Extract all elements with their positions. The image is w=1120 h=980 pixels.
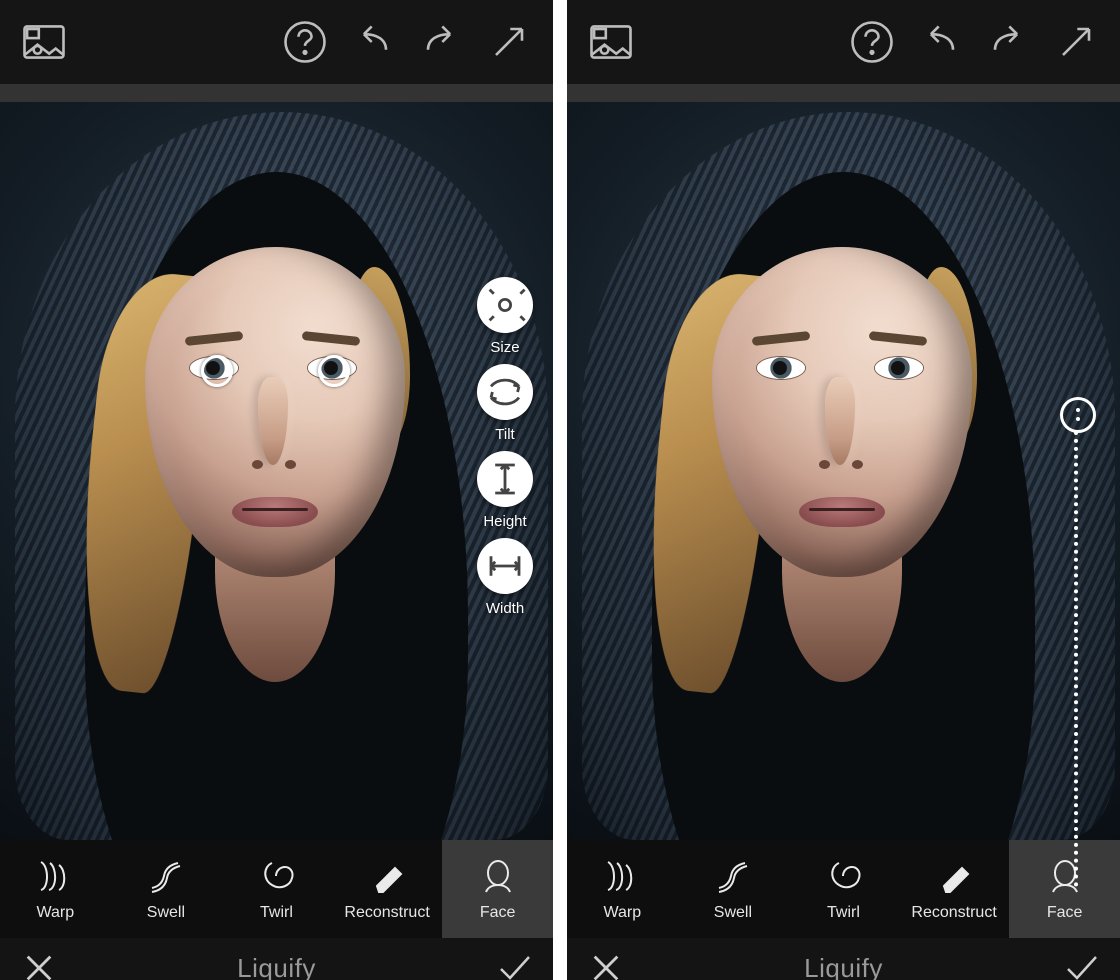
face-option-label: Width (486, 600, 524, 617)
tool-label: Reconstruct (911, 904, 996, 922)
tool-reconstruct[interactable]: Reconstruct (332, 840, 443, 938)
eye-marker-right[interactable] (318, 355, 350, 387)
height-icon (477, 451, 533, 507)
undo-icon[interactable] (347, 16, 399, 68)
swell-icon (713, 856, 753, 896)
tool-label: Twirl (827, 904, 860, 922)
face-option-label: Size (490, 339, 519, 356)
face-option-label: Height (483, 513, 526, 530)
tool-reconstruct[interactable]: Reconstruct (899, 840, 1010, 938)
image-canvas[interactable] (567, 102, 1120, 840)
mode-title: Liquify (623, 953, 1064, 980)
twirl-icon (823, 856, 863, 896)
tool-warp[interactable]: Warp (567, 840, 678, 938)
top-toolbar (567, 0, 1120, 84)
redo-icon[interactable] (982, 16, 1034, 68)
screen-right: Warp Swell Twirl Reconstruct Face Liquif… (567, 0, 1120, 980)
face-option-width[interactable]: Width (477, 538, 533, 617)
tool-label: Face (1047, 904, 1083, 922)
compare-icon[interactable] (585, 16, 637, 68)
tool-label: Face (480, 904, 516, 922)
confirm-bar: Liquify (0, 938, 553, 980)
tool-label: Swell (714, 904, 752, 922)
face-option-size[interactable]: Size (477, 277, 533, 356)
width-icon (477, 538, 533, 594)
tool-label: Twirl (260, 904, 293, 922)
toolbar-divider (567, 84, 1120, 102)
face-option-tilt[interactable]: Tilt (477, 364, 533, 443)
liquify-tool-row: Warp Swell Twirl Reconstruct Face (567, 840, 1120, 938)
apply-button[interactable] (497, 951, 531, 980)
tool-label: Swell (147, 904, 185, 922)
portrait-photo (567, 102, 1120, 840)
tool-twirl[interactable]: Twirl (221, 840, 332, 938)
slider-thumb[interactable] (1060, 397, 1096, 433)
size-icon (477, 277, 533, 333)
tool-label: Reconstruct (344, 904, 429, 922)
redo-icon[interactable] (415, 16, 467, 68)
screen-left: Size Tilt Height Width Warp (0, 0, 553, 980)
tool-face[interactable]: Face (442, 840, 553, 938)
twirl-icon (256, 856, 296, 896)
image-canvas[interactable]: Size Tilt Height Width (0, 102, 553, 840)
face-tool-options: Size Tilt Height Width (477, 277, 533, 617)
confirm-bar: Liquify (567, 938, 1120, 980)
liquify-tool-row: Warp Swell Twirl Reconstruct Face (0, 840, 553, 938)
undo-icon[interactable] (914, 16, 966, 68)
help-icon[interactable] (846, 16, 898, 68)
tilt-icon (477, 364, 533, 420)
cancel-button[interactable] (22, 951, 56, 980)
portrait-photo (0, 102, 553, 840)
adjust-slider[interactable] (1060, 397, 1090, 887)
tool-warp[interactable]: Warp (0, 840, 111, 938)
tool-label: Warp (36, 904, 74, 922)
tool-twirl[interactable]: Twirl (788, 840, 899, 938)
tool-swell[interactable]: Swell (111, 840, 222, 938)
face-icon (478, 856, 518, 896)
compare-icon[interactable] (18, 16, 70, 68)
toolbar-divider (0, 84, 553, 102)
eraser-icon (367, 856, 407, 896)
apply-button[interactable] (1064, 951, 1098, 980)
cancel-button[interactable] (589, 951, 623, 980)
eye-marker-left[interactable] (201, 355, 233, 387)
warp-icon (602, 856, 642, 896)
help-icon[interactable] (279, 16, 331, 68)
tool-swell[interactable]: Swell (678, 840, 789, 938)
slider-track (1074, 431, 1078, 887)
fullscreen-icon[interactable] (1050, 16, 1102, 68)
face-option-label: Tilt (495, 426, 514, 443)
warp-icon (35, 856, 75, 896)
fullscreen-icon[interactable] (483, 16, 535, 68)
swell-icon (146, 856, 186, 896)
face-option-height[interactable]: Height (477, 451, 533, 530)
eraser-icon (934, 856, 974, 896)
tool-label: Warp (603, 904, 641, 922)
top-toolbar (0, 0, 553, 84)
mode-title: Liquify (56, 953, 497, 980)
